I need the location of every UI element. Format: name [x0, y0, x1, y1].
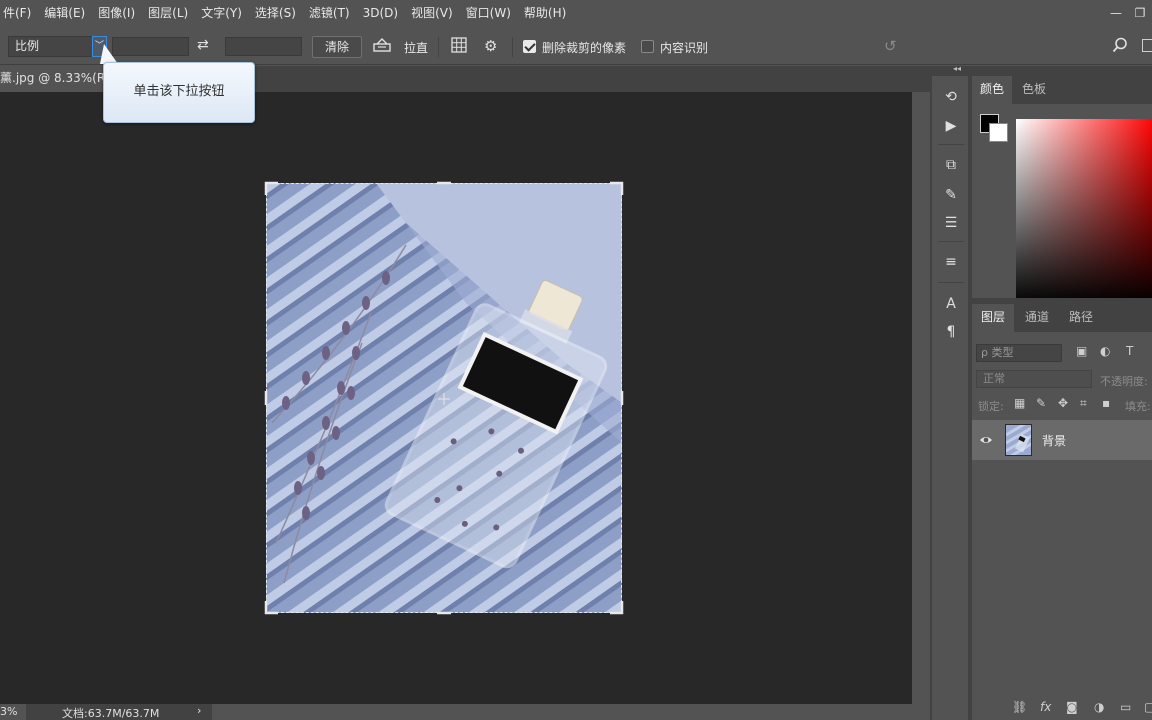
menu-select[interactable]: 选择(S) — [248, 4, 302, 21]
folder-icon[interactable]: ▭ — [1120, 700, 1131, 714]
search-icon[interactable] — [1112, 37, 1128, 53]
content-aware-label[interactable]: 内容识别 — [660, 39, 708, 56]
link-icon[interactable]: ⛓ — [1012, 700, 1027, 714]
zoom-level[interactable]: 3% — [0, 705, 17, 718]
color-panel-tabs: 颜色 色板 — [972, 76, 1152, 104]
document-tab[interactable]: 薰.jpg @ 8.33%(RGB — [0, 66, 112, 92]
divider — [512, 37, 513, 57]
clear-button[interactable]: 清除 — [312, 36, 362, 58]
menu-3d[interactable]: 3D(D) — [356, 6, 404, 20]
fx-icon[interactable]: fx — [1040, 700, 1051, 714]
menu-bar: 件(F) 编辑(E) 图像(I) 图层(L) 文字(Y) 选择(S) 滤镜(T)… — [0, 0, 1152, 25]
actions-play-icon[interactable]: ▶ — [942, 117, 960, 135]
tab-layers[interactable]: 图层 — [972, 304, 1014, 332]
menu-image[interactable]: 图像(I) — [91, 4, 141, 21]
tab-paths[interactable]: 路径 — [1060, 304, 1102, 332]
lock-transparency-icon[interactable]: ▦ — [1014, 396, 1025, 410]
adjustment-icon[interactable]: ◑ — [1094, 700, 1104, 714]
menu-layer[interactable]: 图层(L) — [141, 4, 194, 21]
brush-presets-icon[interactable]: ✎ — [942, 186, 960, 204]
lock-label: 锁定: — [978, 400, 1004, 413]
new-layer-icon[interactable]: ▢ — [1144, 700, 1152, 714]
layers-panel: 图层 通道 路径 ρ 类型 ▣ ◐ T 正常 不透明度: 锁定: ▦ ✎ ✥ ⌗… — [972, 304, 1152, 720]
menu-view[interactable]: 视图(V) — [404, 4, 459, 21]
content-aware-checkbox[interactable] — [641, 40, 654, 53]
image-filter-icon[interactable]: ▣ — [1076, 344, 1087, 358]
ratio-width-input[interactable] — [112, 37, 189, 56]
window-controls: — ❐ — [1104, 0, 1152, 25]
color-panel: 颜色 色板 — [972, 76, 1152, 298]
layer-row[interactable]: 背景 — [972, 420, 1152, 460]
lock-artboard-icon[interactable]: ⌗ — [1080, 396, 1087, 411]
straighten-label[interactable]: 拉直 — [404, 39, 428, 56]
adjustments-icon[interactable]: ☰ — [942, 214, 960, 232]
paragraph-icon[interactable]: ¶ — [942, 323, 960, 341]
swap-icon[interactable]: ⇄ — [197, 37, 209, 53]
opacity-label: 不透明度: — [1100, 375, 1148, 388]
tooltip: 单击该下拉按钮 — [103, 62, 255, 123]
layer-filter-select[interactable]: ρ 类型 — [976, 344, 1062, 362]
history-icon[interactable]: ⟲ — [942, 88, 960, 106]
color-spectrum[interactable] — [1016, 119, 1152, 298]
mask-icon[interactable]: ◙ — [1066, 700, 1078, 714]
tooltip-pointer — [100, 44, 118, 64]
3d-icon[interactable]: ⧉ — [942, 156, 960, 174]
delete-cropped-label[interactable]: 删除裁剪的像素 — [542, 39, 626, 56]
status-menu-arrow[interactable]: › — [197, 704, 201, 717]
collapse-icon[interactable]: ◂◂ — [953, 64, 961, 73]
blend-mode-select[interactable]: 正常 — [976, 370, 1092, 388]
status-bar: 3% 文档:63.7M/63.7M › — [0, 704, 930, 720]
lock-position-icon[interactable]: ✥ — [1058, 396, 1068, 410]
straighten-icon[interactable] — [373, 38, 391, 52]
restore-button[interactable]: ❐ — [1128, 6, 1152, 20]
lock-all-icon[interactable]: ▪ — [1102, 396, 1110, 410]
adjustment-filter-icon[interactable]: ◐ — [1100, 344, 1110, 358]
workspace-icon[interactable] — [1142, 39, 1152, 52]
layer-thumbnail — [1005, 424, 1032, 456]
overlay-grid-icon[interactable] — [451, 37, 467, 53]
menu-file[interactable]: 件(F) — [0, 4, 37, 21]
menu-window[interactable]: 窗口(W) — [459, 4, 517, 21]
crop-box[interactable] — [264, 181, 624, 615]
tab-swatches[interactable]: 色板 — [1014, 76, 1054, 104]
character-icon[interactable]: A — [942, 295, 960, 313]
divider — [938, 282, 964, 283]
divider — [938, 241, 964, 242]
vertical-scrollbar[interactable] — [912, 92, 930, 704]
minimize-button[interactable]: — — [1104, 6, 1128, 20]
layers-panel-tabs: 图层 通道 路径 — [972, 304, 1152, 332]
delete-cropped-checkbox[interactable] — [523, 40, 536, 53]
divider — [938, 144, 964, 145]
menu-edit[interactable]: 编辑(E) — [37, 4, 91, 21]
reset-icon[interactable]: ↺ — [884, 37, 897, 55]
tab-channels[interactable]: 通道 — [1016, 304, 1058, 332]
background-color-swatch[interactable] — [989, 123, 1008, 142]
document-info: 文档:63.7M/63.7M — [62, 707, 160, 720]
clone-source-icon[interactable]: ≡ — [942, 253, 960, 271]
fill-label: 填充: — [1125, 400, 1151, 413]
crop-handles[interactable] — [264, 181, 624, 615]
menu-type[interactable]: 文字(Y) — [194, 4, 248, 21]
layers-footer: ⛓ fx ◙ ◑ ▭ ▢ — [972, 696, 1152, 720]
lock-pixels-icon[interactable]: ✎ — [1036, 396, 1046, 410]
ratio-height-input[interactable] — [225, 37, 302, 56]
menu-filter[interactable]: 滤镜(T) — [302, 4, 356, 21]
options-bar: 比例 ﹀ ⇄ 清除 拉直 ⚙ 删除裁剪的像素 内容识别 ↺ — [0, 25, 1152, 65]
layer-name[interactable]: 背景 — [1042, 432, 1066, 449]
menu-help[interactable]: 帮助(H) — [517, 4, 572, 21]
tab-color[interactable]: 颜色 — [972, 76, 1012, 104]
gear-icon[interactable]: ⚙ — [484, 37, 497, 55]
divider — [438, 37, 439, 57]
type-filter-icon[interactable]: T — [1126, 344, 1133, 358]
eye-icon[interactable] — [979, 433, 993, 447]
